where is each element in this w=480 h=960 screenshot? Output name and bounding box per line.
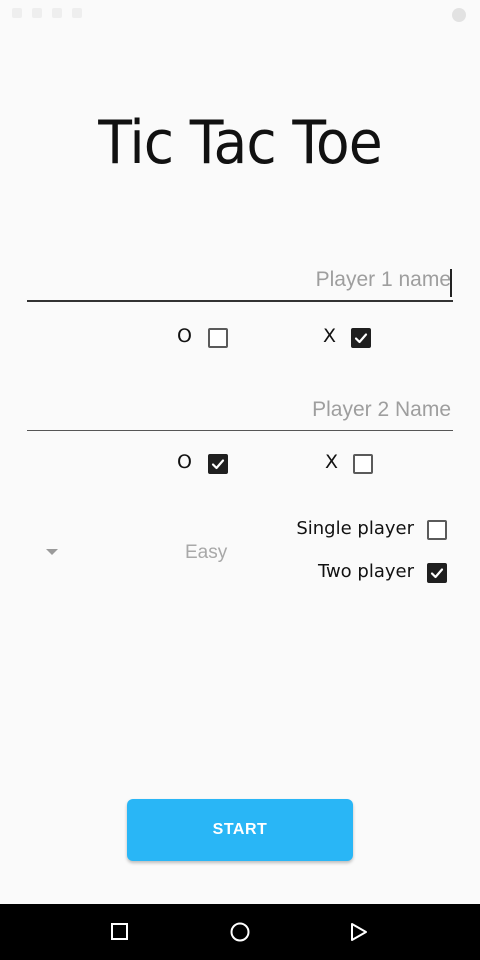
checkmark-icon (430, 568, 444, 579)
checkmark-icon (211, 459, 225, 470)
two-player-label: Two player (317, 561, 414, 582)
navigation-bar (0, 904, 480, 960)
app-title: Tic Tac Toe (98, 108, 382, 178)
status-icon (52, 8, 62, 18)
player1-name-field[interactable] (27, 268, 453, 302)
checkmark-icon (354, 333, 368, 344)
notification-icon (452, 8, 466, 22)
text-cursor (450, 269, 452, 297)
player2-name-input[interactable] (27, 398, 453, 430)
player1-o-checkbox[interactable] (208, 328, 228, 348)
player1-o-label: O (177, 325, 192, 347)
player2-underline (27, 430, 453, 431)
status-bar (0, 0, 480, 32)
dropdown-arrow-icon (46, 549, 58, 555)
status-icon (72, 8, 82, 18)
back-triangle-icon[interactable] (349, 921, 369, 943)
player2-x-checkbox[interactable] (353, 454, 373, 474)
two-player-checkbox[interactable] (427, 563, 447, 583)
player2-name-field[interactable] (27, 398, 453, 431)
player2-x-label: X (325, 451, 339, 473)
player1-underline (27, 300, 453, 302)
home-circle-icon[interactable] (229, 921, 251, 943)
player2-o-checkbox[interactable] (208, 454, 228, 474)
difficulty-spinner[interactable]: Easy (40, 536, 270, 570)
game-setup-screen: Tic Tac Toe O X O X Easy Single player T… (0, 0, 480, 960)
status-icons (12, 8, 82, 18)
status-icon (12, 8, 22, 18)
player1-x-checkbox[interactable] (351, 328, 371, 348)
player1-x-label: X (323, 325, 337, 347)
single-player-label: Single player (296, 518, 414, 539)
difficulty-value: Easy (185, 542, 228, 563)
player1-name-input[interactable] (27, 268, 453, 300)
single-player-checkbox[interactable] (427, 520, 447, 540)
player2-o-label: O (177, 451, 192, 473)
recents-square-icon[interactable] (110, 921, 130, 943)
status-icon (32, 8, 42, 18)
start-button[interactable]: START (127, 799, 353, 861)
